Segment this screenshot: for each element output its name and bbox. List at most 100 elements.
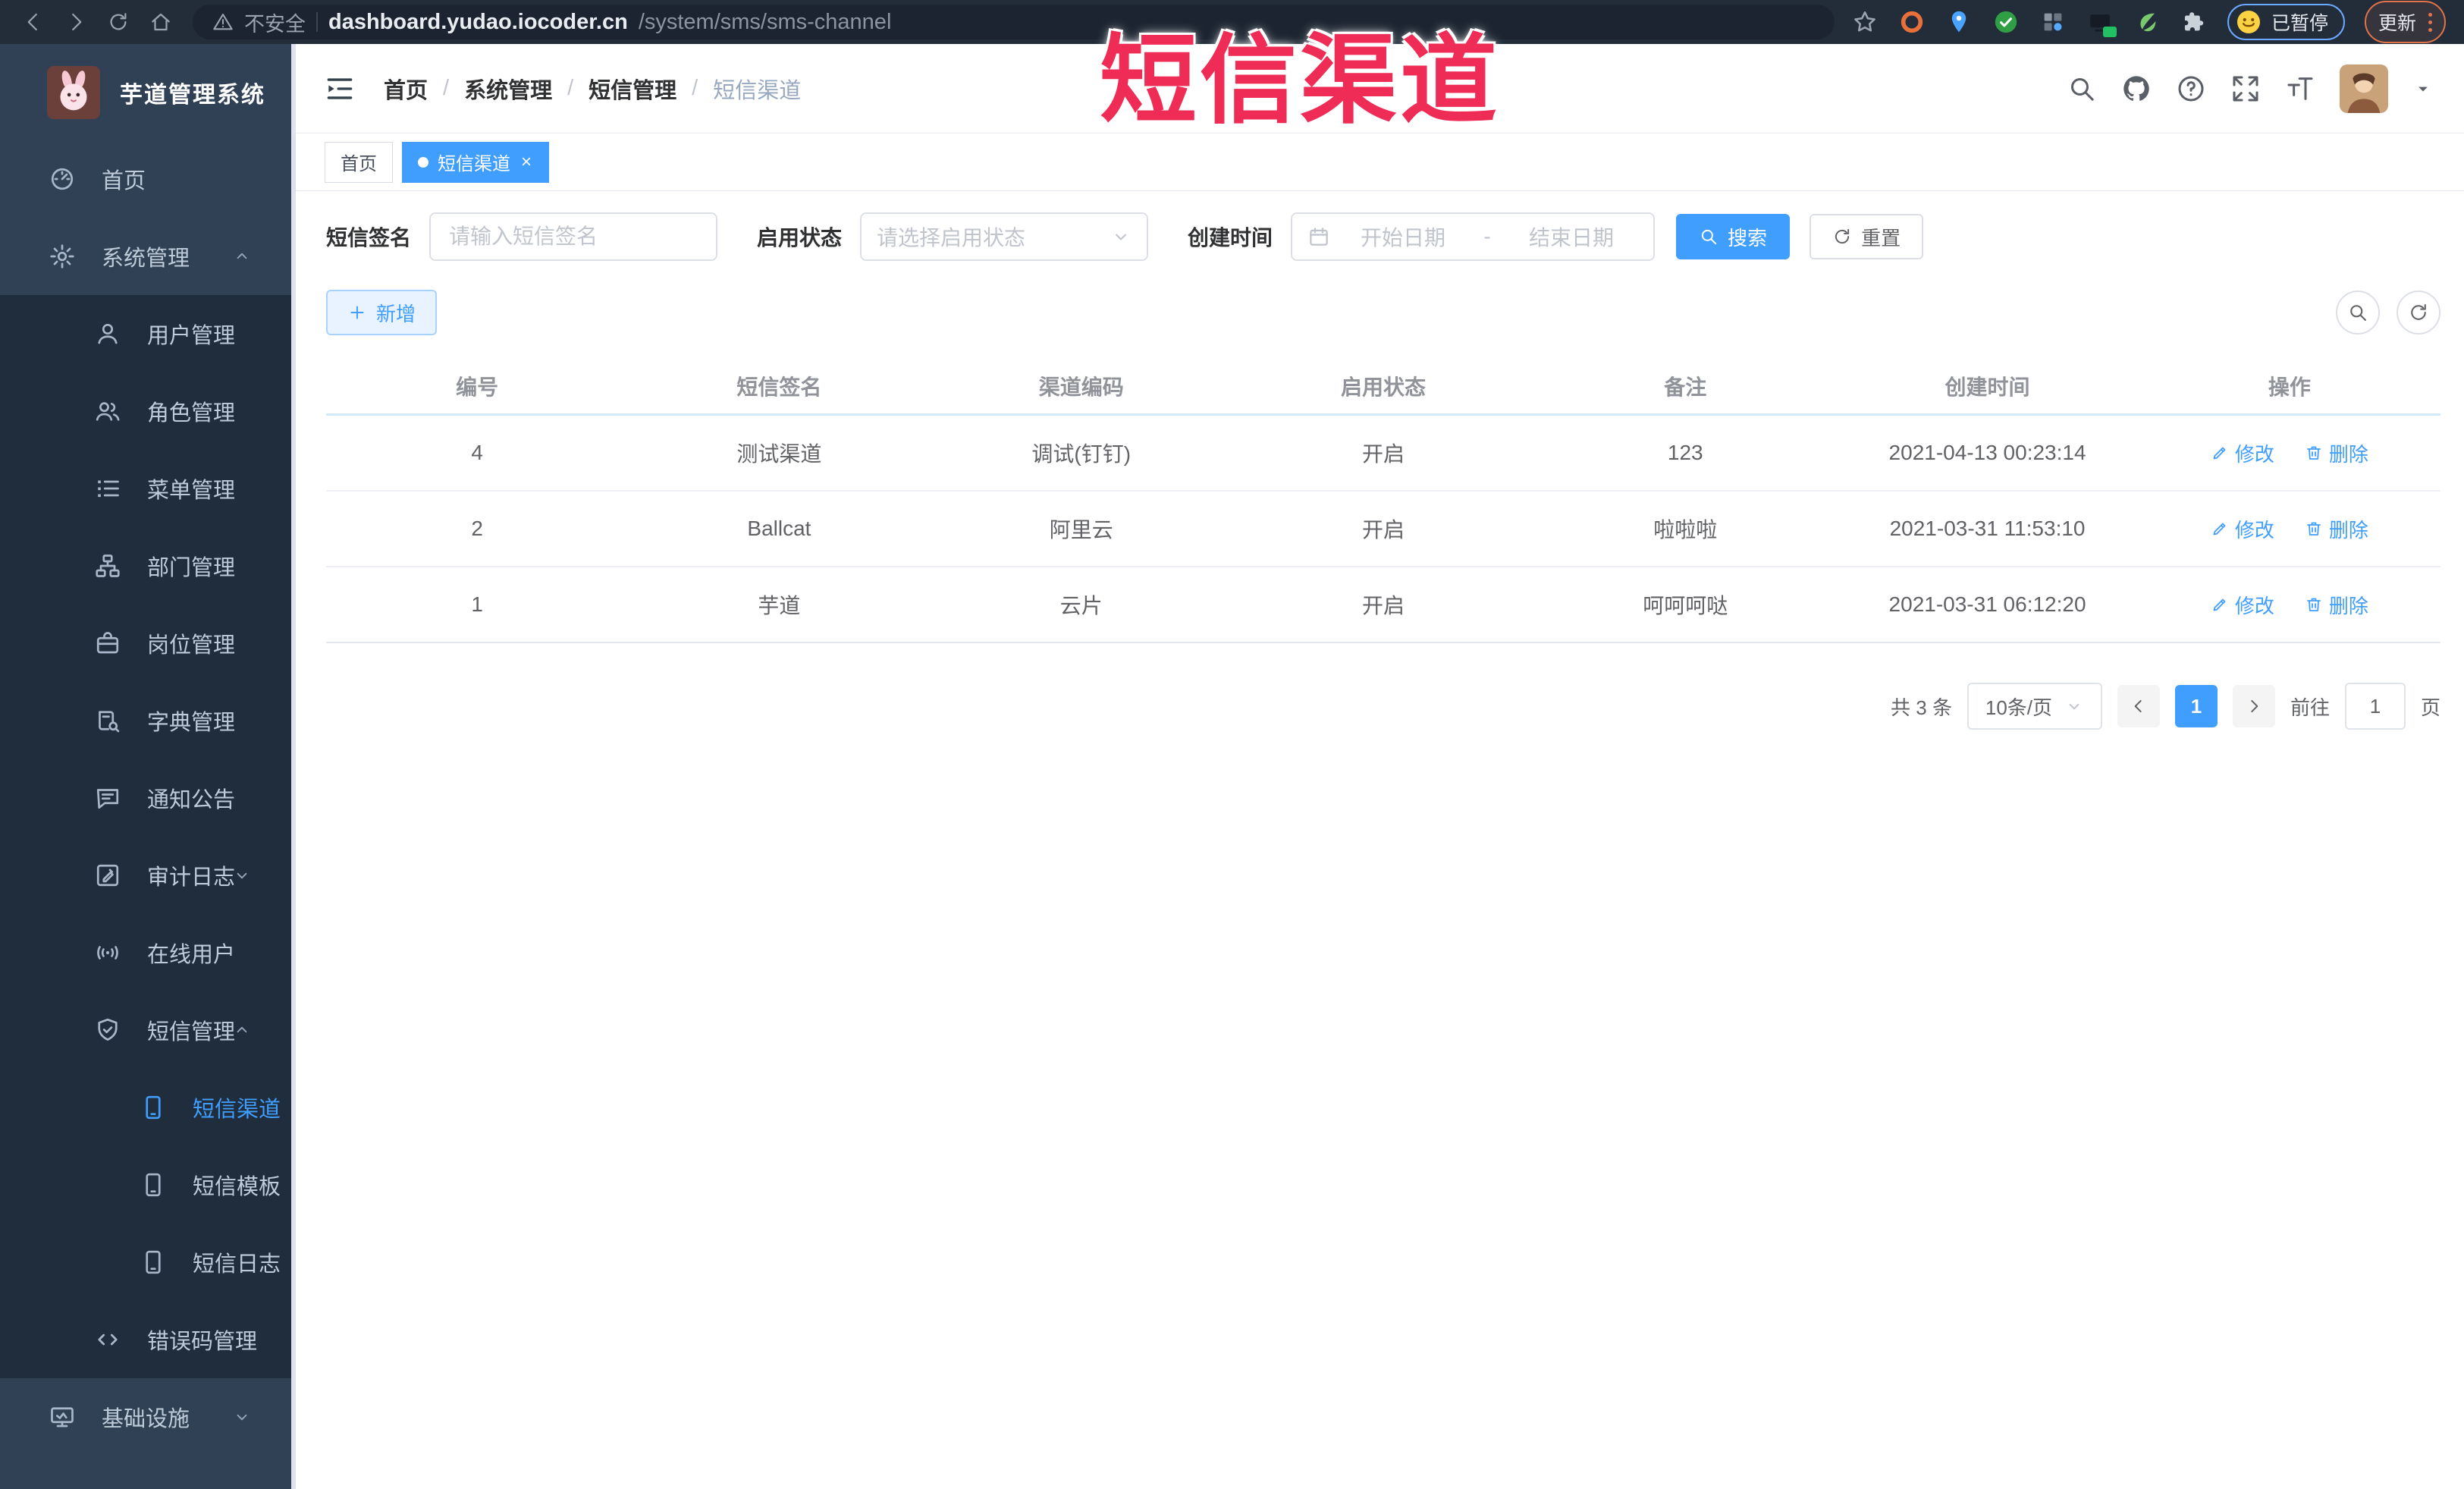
sidebar-item-label: 部门管理 — [147, 556, 236, 580]
extension-check-icon[interactable] — [1992, 8, 2020, 36]
sidebar-item-label: 通知公告 — [147, 788, 236, 812]
sign-input[interactable] — [435, 225, 712, 249]
extensions-puzzle-icon[interactable] — [2180, 8, 2208, 36]
browser-update-button[interactable]: 更新 — [2364, 1, 2446, 43]
status-select[interactable]: 请选择启用状态 — [860, 212, 1149, 261]
address-bar[interactable]: 不安全 dashboard.yudao.iocoder.cn/system/sm… — [193, 5, 1835, 39]
tag-label: 短信渠道 — [438, 154, 510, 174]
chevron-left-icon — [2129, 696, 2149, 716]
tag-sms-channel[interactable]: 短信渠道 × — [402, 141, 550, 183]
browser-menu-icon[interactable] — [2428, 12, 2432, 32]
sidebar: 芋道管理系统 首页 系统管理 用户管理 角色管理 菜单管理 部门管理 岗位管理 … — [0, 44, 296, 1489]
help-icon[interactable] — [2176, 74, 2206, 104]
sidebar-item-sms-channel[interactable]: 短信渠道 — [0, 1069, 291, 1146]
extension-on-badge — [2102, 27, 2117, 37]
emoji-avatar-icon — [2235, 8, 2262, 36]
sidebar-item-notice[interactable]: 通知公告 — [0, 759, 291, 837]
extension-leaf-icon[interactable] — [2133, 8, 2161, 36]
cell-id: 1 — [471, 592, 483, 616]
prev-page-button[interactable] — [2117, 685, 2160, 727]
sidebar-item-infrastructure[interactable]: 基础设施 — [0, 1378, 291, 1456]
breadcrumb-separator: / — [692, 76, 698, 100]
start-date-placeholder: 开始日期 — [1361, 226, 1446, 250]
add-button[interactable]: 新增 — [326, 290, 438, 335]
trash-icon — [2305, 595, 2323, 614]
dictionary-icon — [94, 707, 121, 734]
sidebar-item-dept-management[interactable]: 部门管理 — [0, 527, 291, 605]
sidebar-item-menu-management[interactable]: 菜单管理 — [0, 450, 291, 527]
chevron-up-icon — [232, 1020, 252, 1040]
app-logo-image — [47, 66, 100, 119]
edit-link[interactable]: 修改 — [2211, 515, 2274, 543]
sidebar-item-post-management[interactable]: 岗位管理 — [0, 605, 291, 682]
edit-pencil-icon — [2211, 595, 2229, 614]
chevron-down-icon — [232, 865, 252, 885]
sidebar-item-error-code[interactable]: 错误码管理 — [0, 1301, 291, 1378]
search-button[interactable]: 搜索 — [1676, 214, 1791, 259]
sidebar-item-system-management[interactable]: 系统管理 — [0, 218, 291, 295]
delete-link[interactable]: 删除 — [2305, 591, 2368, 619]
edit-link[interactable]: 修改 — [2211, 439, 2274, 467]
sidebar-item-label: 短信模板 — [193, 1175, 281, 1199]
hamburger-icon[interactable] — [323, 72, 356, 105]
search-icon[interactable] — [2067, 74, 2097, 104]
extension-pin-icon[interactable] — [1945, 8, 1973, 36]
page-number-button[interactable]: 1 — [2174, 685, 2218, 727]
sidebar-logo-row[interactable]: 芋道管理系统 — [0, 44, 291, 140]
sidebar-item-role-management[interactable]: 角色管理 — [0, 372, 291, 450]
column-header-id: 编号 — [456, 375, 499, 399]
sidebar-item-label: 角色管理 — [147, 401, 236, 426]
sidebar-item-label: 基础设施 — [102, 1407, 190, 1431]
goto-page-input[interactable] — [2344, 683, 2406, 730]
date-range-picker[interactable]: 开始日期 - 结束日期 — [1291, 212, 1656, 261]
top-navbar: 首页 / 系统管理 / 短信管理 / 短信渠道 — [296, 44, 2464, 134]
calendar-icon — [1307, 225, 1330, 248]
table-toolbar: 新增 — [326, 290, 2440, 335]
sidebar-item-user-management[interactable]: 用户管理 — [0, 295, 291, 372]
delete-link[interactable]: 删除 — [2305, 515, 2368, 543]
sms-channel-table: 编号 短信签名 渠道编码 启用状态 备注 创建时间 操作 4 测试渠道 调试(钉… — [326, 358, 2440, 643]
refresh-table-button[interactable] — [2397, 291, 2440, 335]
close-icon[interactable]: × — [519, 152, 533, 173]
breadcrumb-home[interactable]: 首页 — [384, 73, 428, 105]
toggle-search-button[interactable] — [2336, 291, 2380, 335]
sidebar-item-sms-management[interactable]: 短信管理 — [0, 991, 291, 1069]
delete-link[interactable]: 删除 — [2305, 439, 2368, 467]
sidebar-item-label: 在线用户 — [147, 943, 236, 967]
tag-home[interactable]: 首页 — [325, 141, 393, 183]
avatar[interactable] — [2340, 64, 2388, 113]
chevron-down-icon — [232, 1407, 252, 1427]
next-page-button[interactable] — [2232, 685, 2275, 727]
fullscreen-icon[interactable] — [2230, 74, 2261, 104]
sidebar-item-home[interactable]: 首页 — [0, 140, 291, 218]
column-header-remark: 备注 — [1664, 375, 1707, 399]
breadcrumb-sms-management[interactable]: 短信管理 — [589, 73, 676, 105]
profile-paused-badge[interactable]: 已暂停 — [2227, 4, 2345, 40]
sidebar-item-label: 错误码管理 — [147, 1330, 258, 1354]
sidebar-item-sms-template[interactable]: 短信模板 — [0, 1146, 291, 1224]
cell-code: 阿里云 — [1049, 518, 1113, 542]
extension-grid-icon[interactable] — [2039, 8, 2067, 36]
extension-ring-icon[interactable] — [1898, 8, 1926, 36]
extension-screen-icon[interactable] — [2086, 8, 2117, 37]
font-size-icon[interactable] — [2285, 74, 2315, 104]
browser-forward-button[interactable] — [55, 5, 97, 39]
sidebar-item-audit-log[interactable]: 审计日志 — [0, 837, 291, 914]
sidebar-item-sms-log[interactable]: 短信日志 — [0, 1224, 291, 1301]
cell-status: 开启 — [1361, 518, 1405, 542]
users-icon — [94, 397, 121, 425]
sidebar-item-dict-management[interactable]: 字典管理 — [0, 682, 291, 759]
user-icon — [94, 320, 121, 347]
browser-back-button[interactable] — [12, 5, 55, 39]
page-size-select[interactable]: 10条/页 — [1966, 683, 2102, 730]
caret-down-icon[interactable] — [2412, 78, 2434, 99]
reset-button[interactable]: 重置 — [1810, 214, 1924, 259]
sidebar-item-online-users[interactable]: 在线用户 — [0, 914, 291, 991]
github-icon[interactable] — [2121, 74, 2152, 104]
edit-link[interactable]: 修改 — [2211, 591, 2274, 619]
bookmark-star-icon[interactable] — [1851, 8, 1879, 36]
breadcrumb: 首页 / 系统管理 / 短信管理 / 短信渠道 — [384, 73, 801, 105]
browser-reload-button[interactable] — [97, 5, 140, 39]
browser-home-button[interactable] — [140, 5, 182, 39]
breadcrumb-system-management[interactable]: 系统管理 — [464, 73, 552, 105]
